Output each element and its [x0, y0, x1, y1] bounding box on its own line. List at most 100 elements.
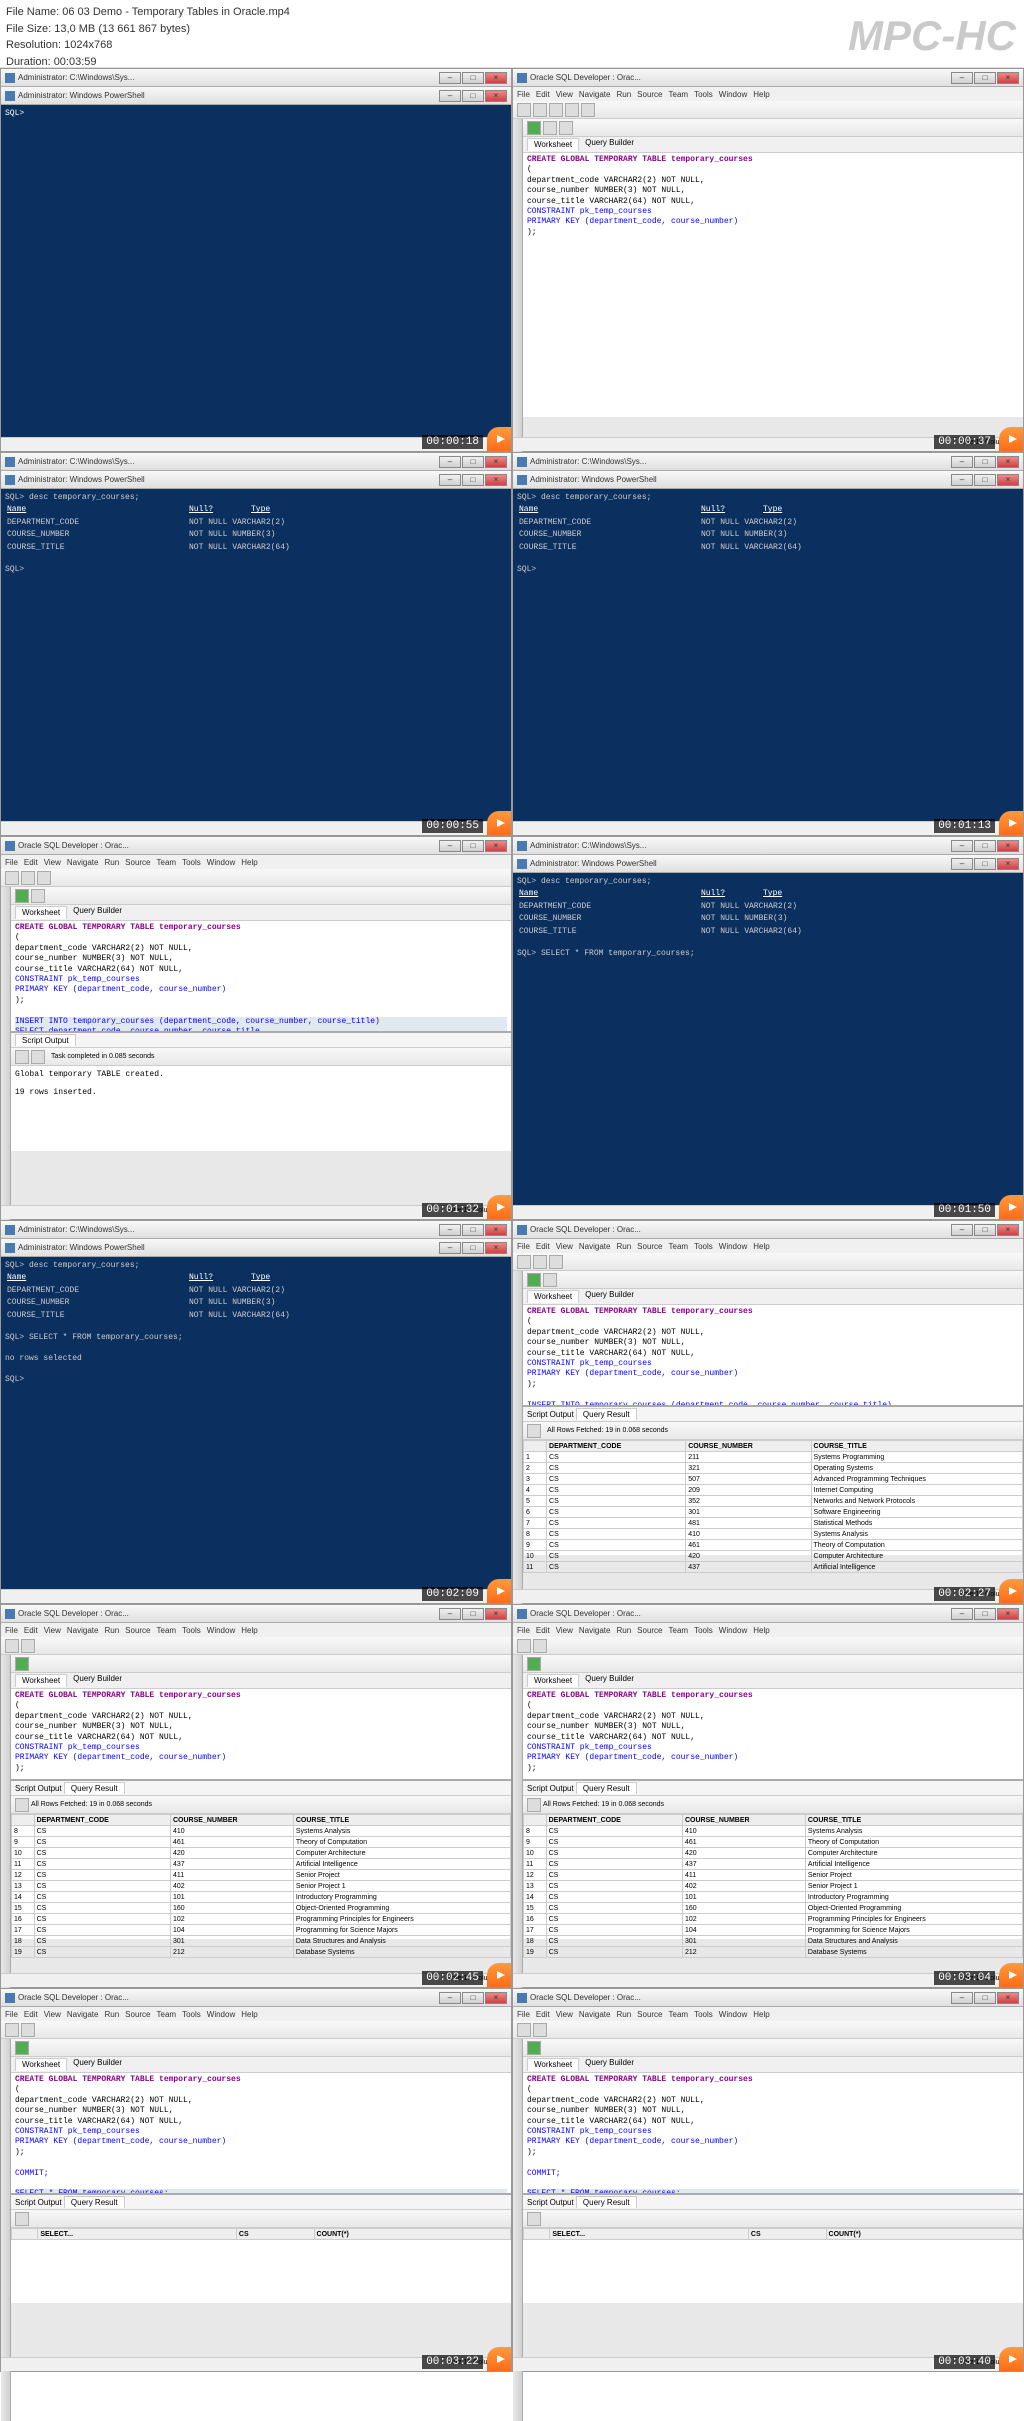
- table-row[interactable]: 3CS507Advanced Programming Techniques: [524, 1474, 1023, 1485]
- table-row[interactable]: 18CS301Data Structures and Analysis: [524, 1936, 1023, 1947]
- play-button[interactable]: [487, 2347, 511, 2371]
- sql-editor[interactable]: CREATE GLOBAL TEMPORARY TABLE temporary_…: [11, 921, 511, 1031]
- table-row[interactable]: 7CS481Statistical Methods: [524, 1518, 1023, 1529]
- play-button[interactable]: [487, 427, 511, 451]
- maximize-button[interactable]: □: [462, 72, 484, 84]
- timestamp: 00:00:18: [422, 435, 483, 449]
- play-button[interactable]: [487, 1963, 511, 1987]
- worksheet-tab[interactable]: Worksheet: [527, 138, 579, 151]
- play-button[interactable]: [487, 1579, 511, 1603]
- menu-help[interactable]: Help: [753, 90, 769, 99]
- table-row[interactable]: 13CS402Senior Project 1: [12, 1881, 511, 1892]
- table-row[interactable]: 16CS102Programming Principles for Engine…: [524, 1914, 1023, 1925]
- table-row[interactable]: 9CS461Theory of Computation: [524, 1540, 1023, 1551]
- desc-command: SQL> desc temporary_courses;: [5, 493, 507, 503]
- table-row[interactable]: 9CS461Theory of Computation: [524, 1837, 1023, 1848]
- minimize-button[interactable]: –: [439, 72, 461, 84]
- worksheet-toolbar: [523, 119, 1023, 137]
- terminal-body[interactable]: SQL> desc temporary_courses; NameNull?Ty…: [1, 489, 511, 821]
- close-button[interactable]: ×: [485, 72, 507, 84]
- table-row[interactable]: 17CS104Programming for Science Majors: [12, 1925, 511, 1936]
- new-icon[interactable]: [517, 103, 531, 117]
- menu-source[interactable]: Source: [637, 90, 662, 99]
- play-button[interactable]: [999, 811, 1023, 835]
- table-row[interactable]: 14CS101Introductory Programming: [12, 1892, 511, 1903]
- menu-run[interactable]: Run: [616, 90, 631, 99]
- menu-file[interactable]: File: [517, 90, 530, 99]
- menu-bar: File Edit View Navigate Run Source Team Tools Wi…: [513, 87, 1023, 101]
- terminal-body[interactable]: SQL> desc temporary_courses; NameNull?Ty…: [513, 489, 1023, 821]
- table-row[interactable]: 11CS437Artificial Intelligence: [524, 1562, 1023, 1573]
- frame-4: Administrator: C:\Windows\Sys...–□× Admi…: [512, 452, 1024, 836]
- run-script-icon[interactable]: [543, 121, 557, 135]
- table-row[interactable]: 19CS212Database Systems: [524, 1947, 1023, 1958]
- run-icon[interactable]: [15, 889, 29, 903]
- play-button[interactable]: [999, 1579, 1023, 1603]
- table-row[interactable]: 10CS420Computer Architecture: [12, 1848, 511, 1859]
- script-output-tab[interactable]: Script Output: [15, 1034, 76, 1046]
- table-row[interactable]: 1CS211Systems Programming: [524, 1452, 1023, 1463]
- menu-navigate[interactable]: Navigate: [579, 90, 611, 99]
- table-row[interactable]: 12CS411Senior Project: [12, 1870, 511, 1881]
- sql-editor[interactable]: CREATE GLOBAL TEMPORARY TABLE temporary_…: [523, 153, 1023, 417]
- table-row[interactable]: 8CS410Systems Analysis: [524, 1826, 1023, 1837]
- frame-5: Oracle SQL Developer : Orac...–□× FileEd…: [0, 836, 512, 1220]
- frame-3: Administrator: C:\Windows\Sys...–□× Admi…: [0, 452, 512, 836]
- open-icon[interactable]: [533, 103, 547, 117]
- table-row[interactable]: 15CS160Object-Oriented Programming: [12, 1903, 511, 1914]
- window-controls: –□×: [439, 72, 507, 84]
- table-row[interactable]: 9CS461Theory of Computation: [12, 1837, 511, 1848]
- redo-icon[interactable]: [581, 103, 595, 117]
- table-row[interactable]: 11CS437Artificial Intelligence: [524, 1859, 1023, 1870]
- result-grid[interactable]: SELECT...CSCOUNT(*): [11, 2228, 511, 2240]
- result-grid[interactable]: DEPARTMENT_CODECOURSE_NUMBERCOURSE_TITLE…: [523, 1814, 1023, 1958]
- table-row[interactable]: 13CS402Senior Project 1: [524, 1881, 1023, 1892]
- terminal-body[interactable]: SQL> desc temporary_courses; NameNull?Ty…: [513, 873, 1023, 1205]
- table-row[interactable]: 8CS410Systems Analysis: [524, 1529, 1023, 1540]
- table-row[interactable]: 19CS212Database Systems: [12, 1947, 511, 1958]
- result-grid[interactable]: DEPARTMENT_CODECOURSE_NUMBERCOURSE_TITLE…: [523, 1440, 1023, 1573]
- table-row[interactable]: 6CS301Software Engineering: [524, 1507, 1023, 1518]
- table-row[interactable]: 17CS104Programming for Science Majors: [524, 1925, 1023, 1936]
- app-icon: [5, 73, 15, 83]
- play-button[interactable]: [999, 2347, 1023, 2371]
- table-row[interactable]: 5CS352Networks and Network Protocols: [524, 1496, 1023, 1507]
- sql-editor[interactable]: CREATE GLOBAL TEMPORARY TABLE temporary_…: [523, 1305, 1023, 1405]
- play-button[interactable]: [999, 427, 1023, 451]
- menu-view[interactable]: View: [556, 90, 573, 99]
- table-row[interactable]: 18CS301Data Structures and Analysis: [12, 1936, 511, 1947]
- no-rows-message: no rows selected: [5, 1354, 507, 1364]
- menu-team[interactable]: Team: [669, 90, 689, 99]
- table-row[interactable]: 4CS209Internet Computing: [524, 1485, 1023, 1496]
- table-row[interactable]: 12CS411Senior Project: [524, 1870, 1023, 1881]
- menu-tools[interactable]: Tools: [694, 90, 713, 99]
- result-grid[interactable]: DEPARTMENT_CODECOURSE_NUMBERCOURSE_TITLE…: [11, 1814, 511, 1958]
- table-row[interactable]: 15CS160Object-Oriented Programming: [524, 1903, 1023, 1914]
- timestamp: 00:00:37: [934, 435, 995, 449]
- play-button[interactable]: [999, 1195, 1023, 1219]
- table-row[interactable]: 11CS437Artificial Intelligence: [12, 1859, 511, 1870]
- ps-icon: [5, 91, 15, 101]
- table-row[interactable]: 16CS102Programming Principles for Engine…: [12, 1914, 511, 1925]
- query-result-tab[interactable]: Query Result: [576, 1408, 637, 1420]
- play-button[interactable]: [487, 1195, 511, 1219]
- frame-7: Administrator: C:\Windows\Sys...–□× Admi…: [0, 1220, 512, 1604]
- menu-window[interactable]: Window: [719, 90, 747, 99]
- terminal-body[interactable]: SQL>: [1, 105, 511, 437]
- table-row[interactable]: 10CS420Computer Architecture: [524, 1551, 1023, 1562]
- main-toolbar: [513, 101, 1023, 119]
- table-row[interactable]: 2CS321Operating Systems: [524, 1463, 1023, 1474]
- table-row[interactable]: 8CS410Systems Analysis: [12, 1826, 511, 1837]
- play-button[interactable]: [487, 811, 511, 835]
- query-builder-tab[interactable]: Query Builder: [585, 138, 634, 151]
- undo-icon[interactable]: [565, 103, 579, 117]
- table-row[interactable]: 10CS420Computer Architecture: [524, 1848, 1023, 1859]
- save-icon[interactable]: [549, 103, 563, 117]
- play-button[interactable]: [999, 1963, 1023, 1987]
- terminal-body[interactable]: SQL> desc temporary_courses; NameNull?Ty…: [1, 1257, 511, 1589]
- explain-icon[interactable]: [559, 121, 573, 135]
- table-row[interactable]: 14CS101Introductory Programming: [524, 1892, 1023, 1903]
- mpc-watermark: MPC-HC: [848, 4, 1016, 67]
- menu-edit[interactable]: Edit: [536, 90, 550, 99]
- run-icon[interactable]: [527, 121, 541, 135]
